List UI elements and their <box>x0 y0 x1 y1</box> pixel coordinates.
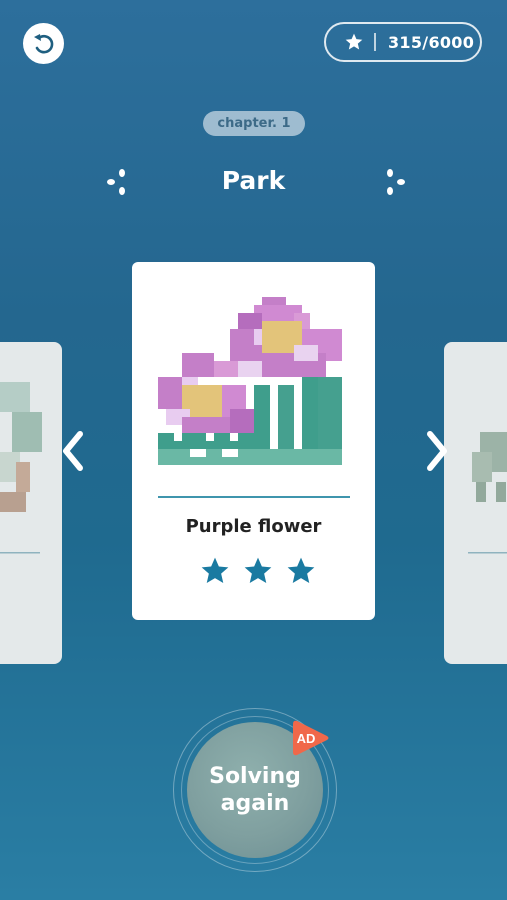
solve-again-label-line2: again <box>220 791 290 816</box>
pixel-art-thumbnail <box>468 432 507 554</box>
pixel-art-thumbnail <box>0 382 42 554</box>
star-icon <box>345 33 363 50</box>
chevron-right-icon[interactable] <box>422 426 452 476</box>
undo-arrow-icon <box>33 33 53 53</box>
ad-badge-label: AD <box>297 731 316 746</box>
chapter-title: Park <box>221 166 286 195</box>
puzzle-name: Purple flower <box>185 516 322 537</box>
pixel-art-image <box>158 297 342 465</box>
ad-badge-icon: AD <box>293 720 329 756</box>
chapter-badge: chapter. 1 <box>203 111 305 136</box>
star-icon <box>201 557 229 583</box>
star-icon <box>244 557 272 583</box>
solve-again-label-line1: Solving <box>209 764 301 789</box>
star-icon <box>287 557 315 583</box>
back-button[interactable] <box>23 23 64 64</box>
star-count: 315/6000 <box>388 32 475 52</box>
rating-stars <box>198 555 318 587</box>
star-counter: 315/6000 <box>324 22 482 62</box>
puzzle-card[interactable]: Purple flower <box>132 262 375 620</box>
next-puzzle-card[interactable] <box>444 342 507 664</box>
solve-again-area: Solving again AD <box>173 708 337 872</box>
divider <box>374 33 376 51</box>
previous-puzzle-card[interactable] <box>0 342 62 664</box>
leaf-decoration-icon <box>387 169 405 195</box>
card-divider <box>158 496 350 498</box>
chevron-left-icon[interactable] <box>58 426 88 476</box>
